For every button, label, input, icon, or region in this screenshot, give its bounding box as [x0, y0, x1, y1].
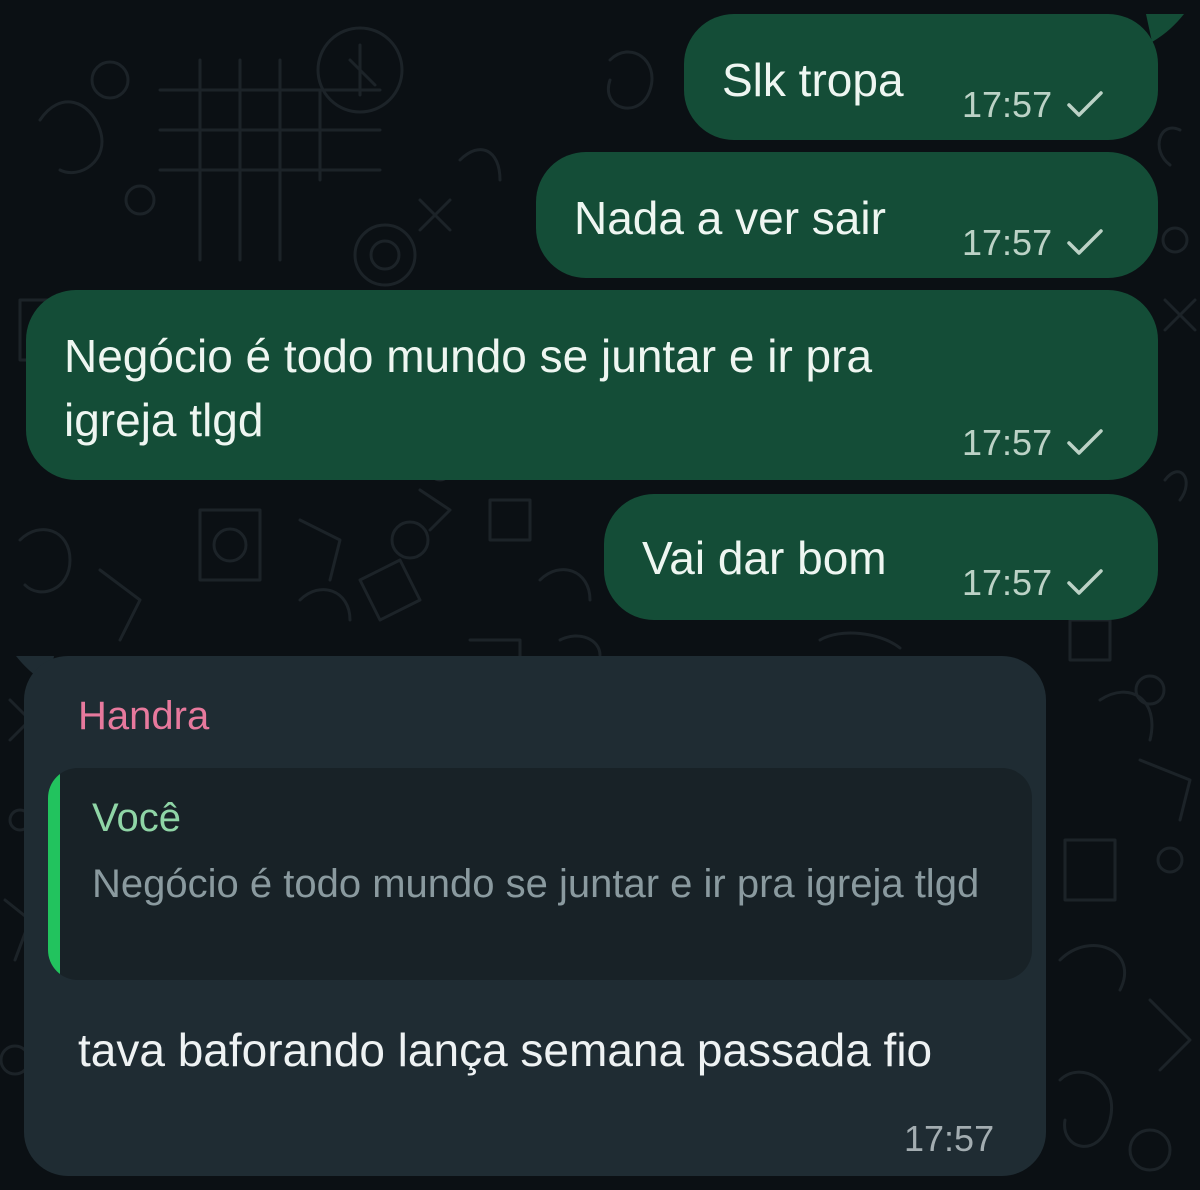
quote-accent-bar — [48, 768, 60, 980]
outgoing-message-bubble[interactable]: Nada a ver sair 17:57 — [536, 152, 1158, 278]
sent-single-check-icon — [1067, 569, 1103, 595]
message-text-line: Negócio é todo mundo se juntar e ir pra — [64, 330, 873, 382]
message-meta: 17:57 — [962, 562, 1104, 604]
message-text: Nada a ver sair — [574, 192, 886, 244]
sent-single-check-icon — [1067, 229, 1103, 255]
message-meta: 17:57 — [962, 222, 1104, 264]
quote-text: Negócio é todo mundo se juntar e ir pra … — [92, 862, 980, 906]
message-text: Slk tropa — [722, 54, 904, 106]
message-meta: 17:57 — [962, 422, 1104, 464]
sent-single-check-icon — [1067, 91, 1103, 117]
sent-single-check-icon — [1067, 429, 1103, 455]
message-time: 17:57 — [962, 562, 1053, 603]
bubble-tail — [1146, 14, 1184, 42]
message-time: 17:57 — [962, 222, 1053, 263]
message-text: tava baforando lança semana passada fio — [78, 1024, 933, 1076]
message-text: Vai dar bom — [642, 532, 887, 584]
quoted-message[interactable]: Você Negócio é todo mundo se juntar e ir… — [48, 768, 1032, 980]
message-time: 17:57 — [962, 422, 1053, 463]
outgoing-message-bubble[interactable]: Negócio é todo mundo se juntar e ir pra … — [26, 290, 1158, 480]
message-meta: 17:57 — [962, 84, 1104, 126]
message-time: 17:57 — [904, 1118, 995, 1159]
outgoing-message-bubble[interactable]: Slk tropa 17:57 — [684, 14, 1158, 140]
message-time: 17:57 — [962, 84, 1053, 125]
message-text-line: igreja tlgd — [64, 394, 264, 446]
sender-name[interactable]: Handra — [78, 694, 209, 739]
outgoing-message-bubble[interactable]: Vai dar bom 17:57 — [604, 494, 1158, 620]
quote-author: Você — [92, 796, 181, 840]
